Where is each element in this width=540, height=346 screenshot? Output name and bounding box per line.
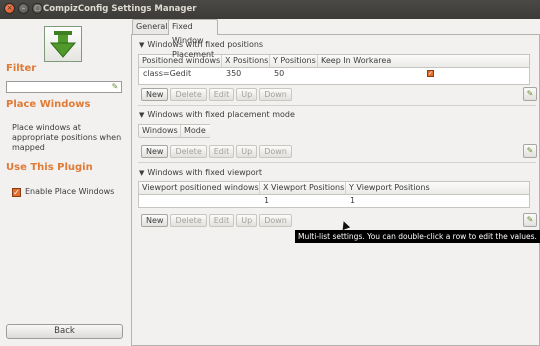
table-header: Windows Mode [139, 125, 210, 138]
expander-down-icon[interactable]: ▼ [139, 41, 144, 49]
divider [138, 105, 536, 106]
down-button[interactable]: Down [259, 214, 292, 227]
up-button[interactable]: Up [236, 214, 258, 227]
group-placement-mode-title: Windows with fixed placement mode [147, 110, 295, 119]
cell-x-viewport: 1 [264, 196, 270, 205]
up-button[interactable]: Up [236, 145, 258, 158]
placement-mode-buttons: New Delete Edit Up Down [141, 145, 292, 158]
down-button[interactable]: Down [259, 88, 292, 101]
delete-button[interactable]: Delete [170, 145, 207, 158]
edit-button[interactable]: Edit [208, 88, 235, 101]
column-header[interactable]: Windows [139, 125, 181, 137]
edit-button[interactable]: Edit [208, 214, 235, 227]
delete-button[interactable]: Delete [170, 214, 207, 227]
column-header[interactable]: X Viewport Positions [260, 182, 346, 194]
up-button[interactable]: Up [236, 88, 258, 101]
close-window-icon[interactable]: × [4, 3, 15, 14]
expander-down-icon[interactable]: ▼ [139, 111, 144, 119]
settings-panel: ▼ Windows with fixed positions Positioned… [131, 34, 540, 346]
reset-fixed-positions-icon[interactable]: ✎ [523, 87, 537, 101]
reset-fixed-viewport-icon[interactable]: ✎ [523, 213, 537, 227]
group-fixed-viewport-header[interactable]: ▼ Windows with fixed viewport [139, 168, 262, 177]
filter-input[interactable]: ✎ [6, 81, 122, 93]
fixed-viewport-buttons: New Delete Edit Up Down [141, 214, 292, 227]
column-header[interactable]: Y Viewport Positions [346, 182, 432, 194]
cell-y-viewport: 1 [350, 196, 356, 205]
column-header[interactable]: X Positions [222, 55, 270, 67]
group-placement-mode-header[interactable]: ▼ Windows with fixed placement mode [139, 110, 295, 119]
cell-x: 350 [226, 69, 242, 78]
delete-button[interactable]: Delete [170, 88, 207, 101]
fixed-positions-buttons: New Delete Edit Up Down [141, 88, 292, 101]
expander-down-icon[interactable]: ▼ [139, 169, 144, 177]
clear-filter-icon[interactable]: ✎ [110, 82, 120, 92]
tab-fixed-window-placement[interactable]: Fixed Window Placement [168, 19, 219, 59]
column-header[interactable]: Mode [181, 125, 211, 137]
cell-y: 50 [274, 69, 285, 78]
group-fixed-viewport-title: Windows with fixed viewport [147, 168, 263, 177]
sidebar: Filter ✎ Place Windows Place windows at … [0, 19, 130, 346]
new-button[interactable]: New [141, 88, 169, 101]
fixed-viewport-table[interactable]: Viewport positioned windows X Viewport P… [138, 181, 530, 208]
back-button[interactable]: Back [6, 324, 123, 339]
tooltip: Multi-list settings. You can double-clic… [295, 230, 540, 243]
down-button[interactable]: Down [259, 145, 292, 158]
plugin-heading: Place Windows [6, 99, 91, 110]
column-header[interactable]: Y Positions [270, 55, 318, 67]
plugin-description: Place windows at appropriate positions w… [12, 123, 122, 152]
keep-in-workarea-checkbox[interactable]: ✓ [427, 70, 434, 77]
reset-placement-mode-icon[interactable]: ✎ [523, 144, 537, 158]
new-button[interactable]: New [141, 214, 169, 227]
filter-heading: Filter [6, 63, 37, 74]
title-bar: × – □ CompizConfig Settings Manager [0, 0, 540, 19]
use-plugin-heading: Use This Plugin [6, 162, 93, 173]
new-button[interactable]: New [141, 145, 169, 158]
window-title: CompizConfig Settings Manager [43, 4, 197, 14]
divider [138, 162, 536, 163]
enable-plugin-checkbox[interactable]: ✓ [12, 188, 21, 197]
place-windows-icon [44, 26, 82, 62]
maximize-window-icon[interactable]: □ [32, 3, 43, 14]
minimize-window-icon[interactable]: – [18, 3, 29, 14]
edit-button[interactable]: Edit [208, 145, 235, 158]
enable-plugin-label: Enable Place Windows [25, 187, 115, 196]
column-header[interactable]: Viewport positioned windows [139, 182, 260, 194]
placement-mode-table[interactable]: Windows Mode [138, 124, 210, 138]
tab-general[interactable]: General [132, 19, 172, 34]
column-header[interactable]: Keep In Workarea [318, 55, 391, 67]
window-controls: × – □ [4, 3, 43, 14]
cell-window: class=Gedit [143, 69, 192, 78]
table-header: Viewport positioned windows X Viewport P… [139, 182, 529, 195]
